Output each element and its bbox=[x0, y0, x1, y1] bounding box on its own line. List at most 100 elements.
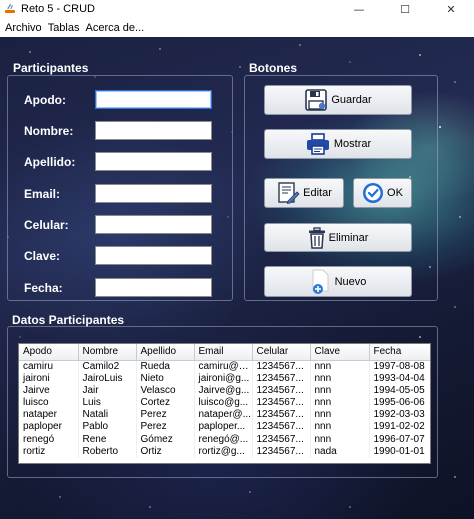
table-cell: Camilo2 bbox=[78, 360, 137, 373]
column-header-apodo[interactable]: Apodo bbox=[19, 344, 79, 361]
menu-tablas[interactable]: Tablas bbox=[48, 22, 80, 34]
email-input[interactable] bbox=[95, 184, 212, 203]
table-cell: renegó bbox=[19, 433, 79, 446]
table-cell: Cortez bbox=[136, 396, 195, 410]
table-cell: rortiz bbox=[19, 445, 79, 458]
window-title: Reto 5 - CRUD bbox=[21, 3, 95, 15]
table-cell: 1234567... bbox=[252, 384, 311, 397]
eliminar-button[interactable]: Eliminar bbox=[264, 223, 412, 252]
column-header-celular[interactable]: Celular bbox=[252, 344, 311, 361]
table-row[interactable]: Jairve Jair Velasco Jairve@g... 1234567.… bbox=[19, 384, 430, 397]
java-app-icon bbox=[5, 3, 15, 13]
maximize-button[interactable]: ☐ bbox=[382, 0, 428, 18]
table-cell: Jairve bbox=[19, 384, 79, 397]
table-row[interactable]: nataper Natali Perez nataper@... 1234567… bbox=[19, 409, 430, 422]
table-header-row: Apodo Nombre Apellido Email Celular Clav… bbox=[19, 344, 430, 361]
table-cell: nnn bbox=[310, 360, 370, 373]
column-header-apellido[interactable]: Apellido bbox=[136, 344, 195, 361]
nuevo-button[interactable]: Nuevo bbox=[264, 266, 412, 297]
table-cell: nnn bbox=[310, 372, 370, 385]
table-cell: jaironi@g... bbox=[194, 372, 253, 385]
table-row[interactable]: renegó Rene Gómez renegó@... 1234567... … bbox=[19, 433, 430, 446]
table-cell: JairoLuis bbox=[78, 372, 137, 385]
table-cell: 1234567... bbox=[252, 372, 311, 385]
table-cell: nada bbox=[310, 445, 370, 458]
guardar-button[interactable]: Guardar bbox=[264, 85, 412, 115]
menu-bar: Archivo Tablas Acerca de... bbox=[0, 19, 474, 37]
table-cell: 1234567... bbox=[252, 445, 311, 458]
table-cell: Perez bbox=[136, 409, 195, 422]
column-header-nombre[interactable]: Nombre bbox=[78, 344, 137, 361]
table-cell: nataper bbox=[19, 409, 79, 422]
clave-label: Clave: bbox=[24, 249, 61, 263]
table-cell: Jair bbox=[78, 384, 137, 397]
check-circle-icon bbox=[362, 182, 384, 204]
table-cell: 1993-04-04 bbox=[369, 372, 430, 385]
table-cell: Gómez bbox=[136, 433, 195, 446]
table-cell: Nieto bbox=[136, 372, 195, 385]
clave-input[interactable] bbox=[95, 246, 212, 265]
table-cell: 1990-01-01 bbox=[369, 445, 430, 458]
table-row[interactable]: jaironi JairoLuis Nieto jaironi@g... 123… bbox=[19, 372, 430, 385]
table-cell: renegó@... bbox=[194, 433, 253, 446]
table-cell: 1991-02-02 bbox=[369, 421, 430, 434]
table-cell: nnn bbox=[310, 421, 370, 434]
eliminar-label: Eliminar bbox=[328, 231, 369, 244]
ok-label: OK bbox=[387, 187, 403, 199]
table-cell: paploper bbox=[19, 421, 79, 434]
table-cell: 1992-03-03 bbox=[369, 409, 430, 422]
table-cell: 1995-06-06 bbox=[369, 396, 430, 410]
table-row[interactable]: paploper Pablo Perez paploper... 1234567… bbox=[19, 421, 430, 434]
table-cell: 1996-07-07 bbox=[369, 433, 430, 446]
table-cell: Pablo bbox=[78, 421, 137, 434]
table-cell: camiru@g... bbox=[194, 360, 253, 373]
table-cell: 1234567... bbox=[252, 396, 311, 410]
save-icon bbox=[304, 88, 328, 112]
table-cell: 1997-08-08 bbox=[369, 360, 430, 373]
editar-button[interactable]: Editar bbox=[264, 178, 344, 208]
table-cell: nnn bbox=[310, 396, 370, 410]
table-cell: Velasco bbox=[136, 384, 195, 397]
trash-icon bbox=[308, 226, 326, 249]
ok-button[interactable]: OK bbox=[353, 178, 412, 208]
table-cell: Natali bbox=[78, 409, 137, 422]
menu-archivo[interactable]: Archivo bbox=[5, 22, 42, 34]
table-row[interactable]: camiru Camilo2 Rueda camiru@g... 1234567… bbox=[19, 360, 430, 373]
table-cell: 1234567... bbox=[252, 409, 311, 422]
mostrar-button[interactable]: Mostrar bbox=[264, 129, 412, 159]
column-header-clave[interactable]: Clave bbox=[310, 344, 370, 361]
mostrar-label: Mostrar bbox=[333, 138, 372, 150]
apellido-input[interactable] bbox=[95, 152, 212, 171]
menu-acerca-de[interactable]: Acerca de... bbox=[85, 22, 144, 34]
celular-input[interactable] bbox=[95, 215, 212, 234]
participants-table[interactable]: Apodo Nombre Apellido Email Celular Clav… bbox=[18, 343, 431, 464]
column-header-fecha[interactable]: Fecha bbox=[369, 344, 430, 361]
table-panel-title: Datos Participantes bbox=[12, 313, 125, 327]
table-row[interactable]: luisco Luis Cortez luisco@g... 1234567..… bbox=[19, 396, 430, 410]
fecha-input[interactable] bbox=[95, 278, 212, 297]
apellido-label: Apellido: bbox=[24, 155, 76, 169]
title-bar: Reto 5 - CRUD — ☐ ✕ bbox=[0, 0, 474, 18]
table-cell: 1234567... bbox=[252, 433, 311, 446]
table-cell: camiru bbox=[19, 360, 79, 373]
minimize-button[interactable]: — bbox=[336, 0, 382, 18]
table-cell: 1234567... bbox=[252, 421, 311, 434]
printer-icon bbox=[305, 132, 331, 156]
close-button[interactable]: ✕ bbox=[428, 0, 474, 18]
nombre-input[interactable] bbox=[95, 121, 212, 140]
table-cell: Roberto bbox=[78, 445, 137, 458]
apodo-input[interactable] bbox=[95, 90, 212, 109]
apodo-label: Apodo: bbox=[24, 93, 66, 107]
nuevo-label: Nuevo bbox=[334, 275, 367, 288]
guardar-label: Guardar bbox=[331, 94, 372, 106]
new-document-icon bbox=[310, 269, 332, 295]
table-cell: rortiz@g... bbox=[194, 445, 253, 458]
table-cell: Rene bbox=[78, 433, 137, 446]
table-cell: nnn bbox=[310, 409, 370, 422]
column-header-email[interactable]: Email bbox=[194, 344, 253, 361]
table-cell: luisco bbox=[19, 396, 79, 410]
table-cell: jaironi bbox=[19, 372, 79, 385]
table-cell: Ortiz bbox=[136, 445, 195, 458]
nombre-label: Nombre: bbox=[24, 124, 74, 138]
table-row[interactable]: rortiz Roberto Ortiz rortiz@g... 1234567… bbox=[19, 445, 430, 458]
